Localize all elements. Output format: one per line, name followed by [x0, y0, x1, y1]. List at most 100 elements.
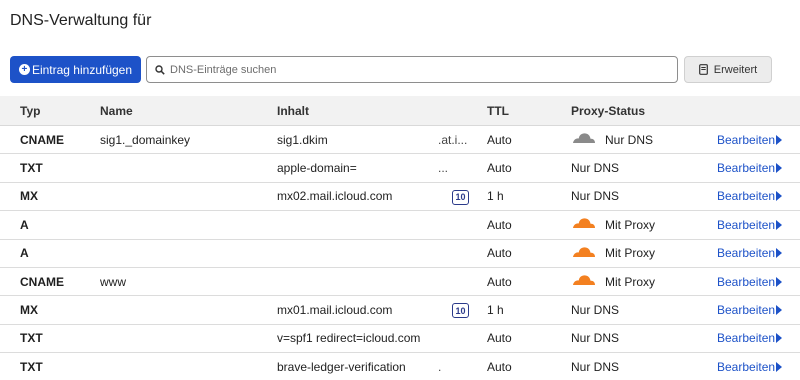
proxy-status: Nur DNS [571, 353, 619, 380]
chevron-right-icon [776, 361, 783, 372]
record-ttl: Auto [487, 217, 512, 232]
record-type: MX [20, 303, 38, 318]
chevron-right-icon [776, 333, 783, 344]
record-ttl: Auto [487, 161, 512, 176]
proxy-status-label: Nur DNS [571, 189, 620, 204]
record-type: TXT [20, 331, 43, 346]
edit-button[interactable]: Bearbeiten [717, 325, 783, 352]
proxy-status-label: Mit Proxy [605, 217, 656, 232]
edit-label: Bearbeiten [717, 161, 776, 176]
record-type: MX [20, 189, 38, 204]
record-content-truncated: . [438, 359, 442, 374]
edit-label: Bearbeiten [717, 246, 776, 261]
edit-button[interactable]: Bearbeiten [717, 240, 783, 267]
mx-priority-badge: 10 [452, 303, 469, 319]
dns-records-table: Typ Name Inhalt TTL Proxy-Status CNAME si… [0, 96, 800, 380]
edit-label: Bearbeiten [717, 331, 776, 346]
page-title: DNS-Verwaltung für [10, 12, 152, 29]
chevron-right-icon [776, 248, 783, 259]
record-ttl: Auto [487, 331, 512, 346]
proxied-cloud-icon [571, 245, 597, 262]
add-record-label: Eintrag hinzufügen [31, 62, 133, 77]
edit-button[interactable]: Bearbeiten [717, 211, 783, 238]
proxy-status: Nur DNS [571, 183, 619, 210]
proxy-status-label: Nur DNS [571, 303, 620, 318]
proxied-cloud-icon [571, 273, 597, 290]
proxy-status-label: Mit Proxy [605, 246, 656, 261]
chevron-right-icon [776, 305, 783, 316]
proxy-status-label: Nur DNS [571, 359, 620, 374]
table-row[interactable]: A Auto Mit Proxy Bearbeiten [0, 240, 800, 268]
table-row[interactable]: MX mx02.mail.icloud.com 10 1 h Nur DNS Bearbe… [0, 183, 800, 212]
record-ttl: Auto [487, 246, 512, 261]
search-placeholder: DNS-Einträge suchen [170, 63, 277, 76]
edit-button[interactable]: Bearbeiten [717, 126, 783, 153]
chevron-right-icon [776, 219, 783, 230]
chevron-right-icon [776, 276, 783, 287]
edit-button[interactable]: Bearbeiten [717, 353, 783, 380]
edit-label: Bearbeiten [717, 303, 776, 318]
mx-priority-badge: 10 [452, 189, 469, 205]
table-row[interactable]: TXT v=spf1 redirect=icloud.com Auto Nur DNS… [0, 325, 800, 354]
edit-button[interactable]: Bearbeiten [717, 268, 783, 295]
table-row[interactable]: CNAME www Auto Mit Proxy Bearbeiten [0, 268, 800, 297]
proxy-status-label: Nur DNS [571, 161, 620, 176]
record-ttl: 1 h [487, 303, 504, 318]
header-name[interactable]: Name [100, 96, 133, 125]
edit-label: Bearbeiten [717, 217, 776, 232]
proxy-status: Mit Proxy [571, 240, 655, 267]
chevron-right-icon [776, 163, 783, 174]
edit-label: Bearbeiten [717, 274, 776, 289]
header-ttl[interactable]: TTL [487, 96, 509, 125]
proxy-status: Nur DNS [571, 325, 619, 352]
plus-circle-icon: + [18, 64, 30, 75]
proxy-status-label: Mit Proxy [605, 274, 656, 289]
header-typ[interactable]: Typ [20, 96, 40, 125]
toolbar: + Eintrag hinzufügen DNS-Einträge suchen… [10, 56, 772, 83]
proxy-status: Mit Proxy [571, 211, 655, 238]
record-name: sig1._domainkey [100, 132, 191, 147]
edit-label: Bearbeiten [717, 359, 776, 374]
table-header: Typ Name Inhalt TTL Proxy-Status [0, 96, 800, 126]
search-icon [155, 64, 165, 75]
record-ttl: 1 h [487, 189, 504, 204]
header-proxy-status[interactable]: Proxy-Status [571, 96, 645, 125]
add-record-button[interactable]: + Eintrag hinzufügen [10, 56, 141, 83]
record-type: CNAME [20, 274, 64, 289]
record-type: CNAME [20, 132, 64, 147]
chevron-right-icon [776, 191, 783, 202]
record-content: brave-ledger-verification [277, 359, 406, 374]
table-row[interactable]: TXT brave-ledger-verification. Auto Nur DNS… [0, 353, 800, 380]
record-ttl: Auto [487, 359, 512, 374]
proxied-cloud-icon [571, 216, 597, 233]
advanced-label: Erweitert [713, 63, 758, 76]
proxy-status-label: Nur DNS [571, 331, 620, 346]
dns-only-cloud-icon [571, 131, 597, 148]
record-type: TXT [20, 359, 43, 374]
record-type: A [20, 246, 29, 261]
proxy-status-label: Nur DNS [605, 132, 654, 147]
table-row[interactable]: A Auto Mit Proxy Bearbeiten [0, 211, 800, 240]
proxy-status: Nur DNS [571, 296, 619, 323]
record-content: v=spf1 redirect=icloud.com [277, 331, 421, 346]
search-input[interactable]: DNS-Einträge suchen [146, 56, 678, 83]
edit-button[interactable]: Bearbeiten [717, 154, 783, 181]
table-body: CNAME sig1._domainkey sig1.dkim .at.i... Aut… [0, 126, 800, 380]
table-row[interactable]: MX mx01.mail.icloud.com 10 1 h Nur DNS Bearbe… [0, 296, 800, 325]
table-row[interactable]: CNAME sig1._domainkey sig1.dkim .at.i... Aut… [0, 126, 800, 155]
record-content-truncated: ... [438, 161, 449, 176]
record-content: mx01.mail.icloud.com [277, 303, 393, 318]
chevron-right-icon [776, 134, 783, 145]
advanced-button[interactable]: Erweitert [684, 56, 772, 83]
record-content: apple-domain= [277, 161, 357, 176]
proxy-status: Mit Proxy [571, 268, 655, 295]
record-content: mx02.mail.icloud.com [277, 189, 393, 204]
edit-button[interactable]: Bearbeiten [717, 183, 783, 210]
proxy-status: Nur DNS [571, 154, 619, 181]
edit-button[interactable]: Bearbeiten [717, 296, 783, 323]
record-type: TXT [20, 161, 43, 176]
table-row[interactable]: TXT apple-domain=... Auto Nur DNS Bearbeiten [0, 154, 800, 183]
proxy-status: Nur DNS [571, 126, 653, 153]
header-inhalt[interactable]: Inhalt [277, 96, 309, 125]
record-content: sig1.dkim [277, 132, 328, 147]
